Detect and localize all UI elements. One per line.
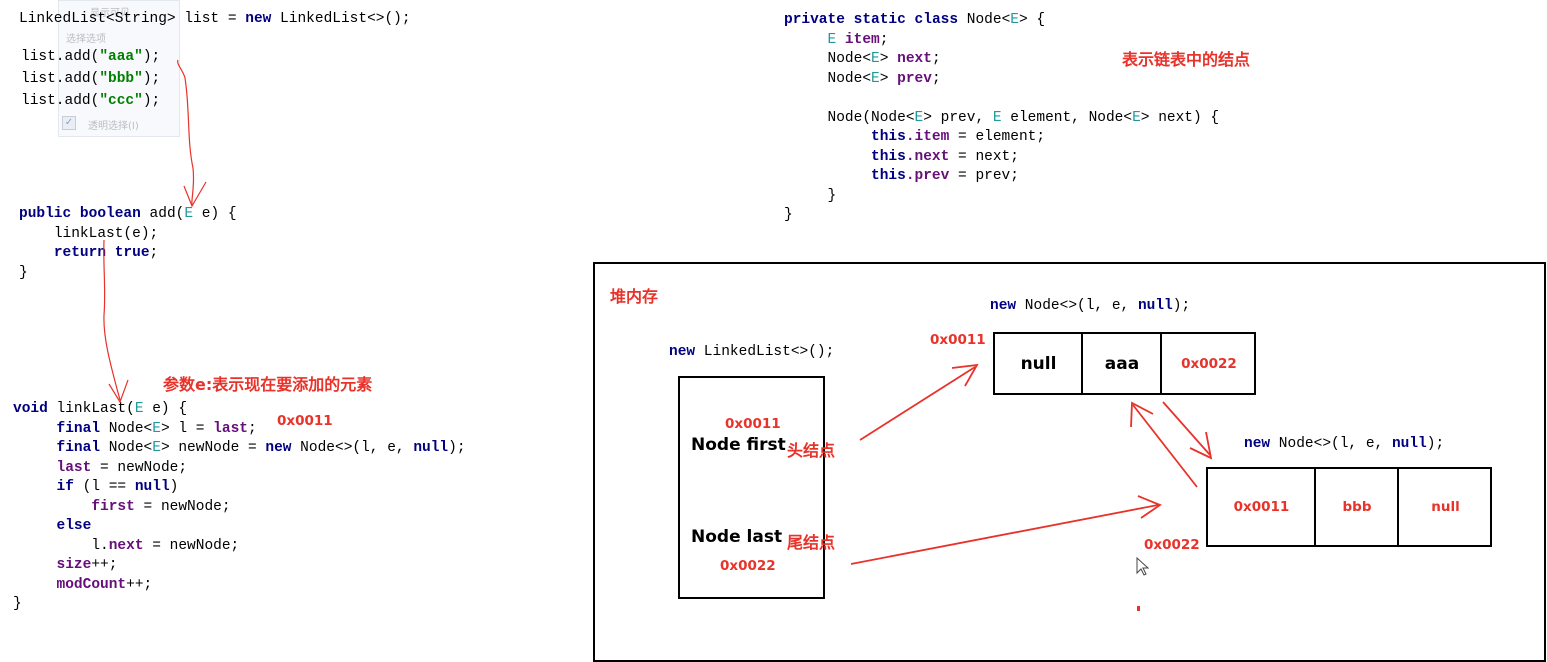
last-pointer-arrow <box>850 504 1159 565</box>
call-arrow-linklast <box>103 239 121 401</box>
mouse-cursor-icon <box>1136 556 1150 576</box>
red-mark <box>1137 606 1140 611</box>
next-pointer-arrow <box>1162 401 1211 456</box>
first-pointer-arrow <box>859 366 976 441</box>
call-arrow-add-head <box>183 181 207 208</box>
call-arrow-linklast-head <box>108 379 129 404</box>
call-arrow-add <box>177 59 195 206</box>
connector-arrows <box>103 59 1213 611</box>
prev-pointer-arrow <box>1132 404 1198 488</box>
